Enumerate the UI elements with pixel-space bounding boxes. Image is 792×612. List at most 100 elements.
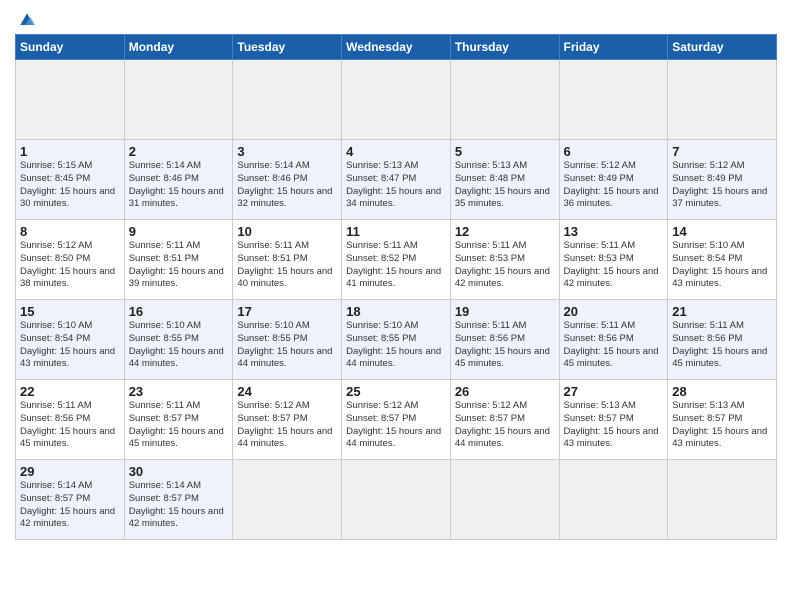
day-number: 11: [346, 224, 446, 239]
page: SundayMondayTuesdayWednesdayThursdayFrid…: [0, 0, 792, 612]
calendar-cell: 10Sunrise: 5:11 AMSunset: 8:51 PMDayligh…: [233, 220, 342, 300]
calendar-cell: 30Sunrise: 5:14 AMSunset: 8:57 PMDayligh…: [124, 460, 233, 540]
day-info: Sunrise: 5:11 AMSunset: 8:56 PMDaylight:…: [564, 320, 664, 371]
calendar-cell: 12Sunrise: 5:11 AMSunset: 8:53 PMDayligh…: [450, 220, 559, 300]
calendar-cell: 2Sunrise: 5:14 AMSunset: 8:46 PMDaylight…: [124, 140, 233, 220]
calendar-cell: [450, 60, 559, 140]
day-info: Sunrise: 5:14 AMSunset: 8:57 PMDaylight:…: [129, 480, 229, 531]
day-number: 2: [129, 144, 229, 159]
calendar-cell: [450, 460, 559, 540]
calendar-week-row: 15Sunrise: 5:10 AMSunset: 8:54 PMDayligh…: [16, 300, 777, 380]
calendar-cell: 27Sunrise: 5:13 AMSunset: 8:57 PMDayligh…: [559, 380, 668, 460]
day-info: Sunrise: 5:11 AMSunset: 8:51 PMDaylight:…: [237, 240, 337, 291]
calendar-cell: 14Sunrise: 5:10 AMSunset: 8:54 PMDayligh…: [668, 220, 777, 300]
day-info: Sunrise: 5:11 AMSunset: 8:57 PMDaylight:…: [129, 400, 229, 451]
day-number: 21: [672, 304, 772, 319]
calendar-week-row: 8Sunrise: 5:12 AMSunset: 8:50 PMDaylight…: [16, 220, 777, 300]
day-number: 8: [20, 224, 120, 239]
calendar-cell: [16, 60, 125, 140]
column-header-monday: Monday: [124, 35, 233, 60]
day-number: 27: [564, 384, 664, 399]
calendar-table: SundayMondayTuesdayWednesdayThursdayFrid…: [15, 34, 777, 540]
day-number: 6: [564, 144, 664, 159]
column-header-tuesday: Tuesday: [233, 35, 342, 60]
day-info: Sunrise: 5:12 AMSunset: 8:57 PMDaylight:…: [455, 400, 555, 451]
calendar-cell: 21Sunrise: 5:11 AMSunset: 8:56 PMDayligh…: [668, 300, 777, 380]
day-number: 30: [129, 464, 229, 479]
calendar-cell: 24Sunrise: 5:12 AMSunset: 8:57 PMDayligh…: [233, 380, 342, 460]
calendar-cell: [233, 460, 342, 540]
calendar-cell: 17Sunrise: 5:10 AMSunset: 8:55 PMDayligh…: [233, 300, 342, 380]
day-info: Sunrise: 5:11 AMSunset: 8:53 PMDaylight:…: [564, 240, 664, 291]
calendar-cell: [342, 460, 451, 540]
calendar-cell: [668, 460, 777, 540]
calendar-cell: 7Sunrise: 5:12 AMSunset: 8:49 PMDaylight…: [668, 140, 777, 220]
day-info: Sunrise: 5:13 AMSunset: 8:57 PMDaylight:…: [564, 400, 664, 451]
calendar-header-row: SundayMondayTuesdayWednesdayThursdayFrid…: [16, 35, 777, 60]
logo: [15, 10, 37, 28]
day-info: Sunrise: 5:15 AMSunset: 8:45 PMDaylight:…: [20, 160, 120, 211]
day-number: 19: [455, 304, 555, 319]
calendar-cell: 13Sunrise: 5:11 AMSunset: 8:53 PMDayligh…: [559, 220, 668, 300]
day-number: 13: [564, 224, 664, 239]
day-info: Sunrise: 5:13 AMSunset: 8:48 PMDaylight:…: [455, 160, 555, 211]
day-number: 20: [564, 304, 664, 319]
calendar-cell: 25Sunrise: 5:12 AMSunset: 8:57 PMDayligh…: [342, 380, 451, 460]
day-number: 9: [129, 224, 229, 239]
day-number: 22: [20, 384, 120, 399]
calendar-cell: 8Sunrise: 5:12 AMSunset: 8:50 PMDaylight…: [16, 220, 125, 300]
calendar-cell: 15Sunrise: 5:10 AMSunset: 8:54 PMDayligh…: [16, 300, 125, 380]
day-info: Sunrise: 5:11 AMSunset: 8:56 PMDaylight:…: [672, 320, 772, 371]
calendar-week-row: [16, 60, 777, 140]
calendar-cell: 20Sunrise: 5:11 AMSunset: 8:56 PMDayligh…: [559, 300, 668, 380]
calendar-cell: 6Sunrise: 5:12 AMSunset: 8:49 PMDaylight…: [559, 140, 668, 220]
day-number: 24: [237, 384, 337, 399]
calendar-cell: 9Sunrise: 5:11 AMSunset: 8:51 PMDaylight…: [124, 220, 233, 300]
calendar-cell: [233, 60, 342, 140]
calendar-week-row: 22Sunrise: 5:11 AMSunset: 8:56 PMDayligh…: [16, 380, 777, 460]
day-info: Sunrise: 5:12 AMSunset: 8:57 PMDaylight:…: [346, 400, 446, 451]
calendar-cell: 19Sunrise: 5:11 AMSunset: 8:56 PMDayligh…: [450, 300, 559, 380]
calendar-cell: [668, 60, 777, 140]
day-info: Sunrise: 5:14 AMSunset: 8:46 PMDaylight:…: [129, 160, 229, 211]
day-info: Sunrise: 5:10 AMSunset: 8:55 PMDaylight:…: [237, 320, 337, 371]
calendar-cell: [124, 60, 233, 140]
day-info: Sunrise: 5:11 AMSunset: 8:56 PMDaylight:…: [20, 400, 120, 451]
day-number: 1: [20, 144, 120, 159]
day-info: Sunrise: 5:14 AMSunset: 8:57 PMDaylight:…: [20, 480, 120, 531]
day-number: 4: [346, 144, 446, 159]
calendar-cell: [559, 60, 668, 140]
day-number: 23: [129, 384, 229, 399]
calendar-cell: 28Sunrise: 5:13 AMSunset: 8:57 PMDayligh…: [668, 380, 777, 460]
day-info: Sunrise: 5:13 AMSunset: 8:47 PMDaylight:…: [346, 160, 446, 211]
calendar-week-row: 29Sunrise: 5:14 AMSunset: 8:57 PMDayligh…: [16, 460, 777, 540]
calendar-cell: 5Sunrise: 5:13 AMSunset: 8:48 PMDaylight…: [450, 140, 559, 220]
calendar-cell: 22Sunrise: 5:11 AMSunset: 8:56 PMDayligh…: [16, 380, 125, 460]
day-info: Sunrise: 5:14 AMSunset: 8:46 PMDaylight:…: [237, 160, 337, 211]
day-info: Sunrise: 5:10 AMSunset: 8:54 PMDaylight:…: [672, 240, 772, 291]
calendar-cell: 29Sunrise: 5:14 AMSunset: 8:57 PMDayligh…: [16, 460, 125, 540]
day-info: Sunrise: 5:11 AMSunset: 8:52 PMDaylight:…: [346, 240, 446, 291]
day-info: Sunrise: 5:10 AMSunset: 8:55 PMDaylight:…: [129, 320, 229, 371]
day-info: Sunrise: 5:11 AMSunset: 8:56 PMDaylight:…: [455, 320, 555, 371]
logo-icon: [17, 10, 37, 30]
calendar-cell: 4Sunrise: 5:13 AMSunset: 8:47 PMDaylight…: [342, 140, 451, 220]
day-info: Sunrise: 5:11 AMSunset: 8:51 PMDaylight:…: [129, 240, 229, 291]
day-info: Sunrise: 5:13 AMSunset: 8:57 PMDaylight:…: [672, 400, 772, 451]
day-number: 16: [129, 304, 229, 319]
calendar-week-row: 1Sunrise: 5:15 AMSunset: 8:45 PMDaylight…: [16, 140, 777, 220]
day-number: 26: [455, 384, 555, 399]
day-number: 18: [346, 304, 446, 319]
day-number: 15: [20, 304, 120, 319]
calendar-cell: 16Sunrise: 5:10 AMSunset: 8:55 PMDayligh…: [124, 300, 233, 380]
day-info: Sunrise: 5:11 AMSunset: 8:53 PMDaylight:…: [455, 240, 555, 291]
calendar-cell: [559, 460, 668, 540]
day-info: Sunrise: 5:12 AMSunset: 8:57 PMDaylight:…: [237, 400, 337, 451]
calendar-cell: 1Sunrise: 5:15 AMSunset: 8:45 PMDaylight…: [16, 140, 125, 220]
day-number: 17: [237, 304, 337, 319]
calendar-cell: 23Sunrise: 5:11 AMSunset: 8:57 PMDayligh…: [124, 380, 233, 460]
calendar-cell: [342, 60, 451, 140]
day-number: 28: [672, 384, 772, 399]
column-header-saturday: Saturday: [668, 35, 777, 60]
day-number: 7: [672, 144, 772, 159]
